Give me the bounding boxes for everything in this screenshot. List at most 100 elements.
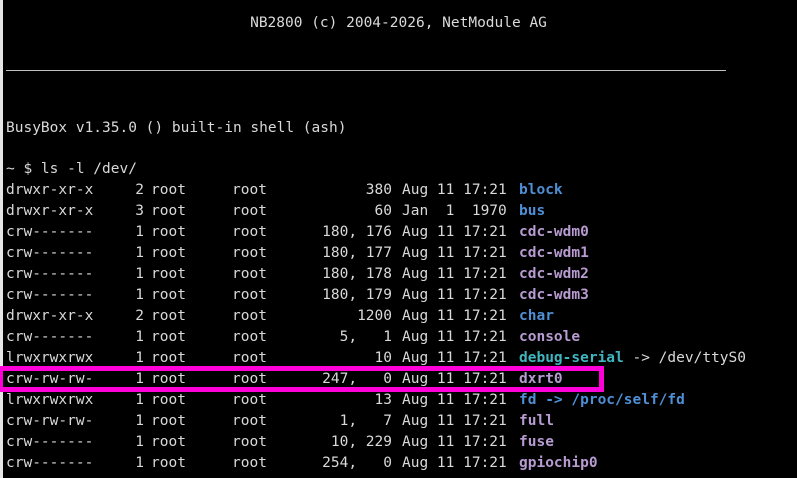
entry-name: bus <box>519 203 546 219</box>
command-prompt: ~ $ ls -l /dev/ <box>6 161 137 177</box>
entry-name: cdc-wdm1 <box>519 245 589 261</box>
entry-name: debug-serial <box>519 350 624 366</box>
entry-name-group: cdc-wdm3 <box>519 285 589 306</box>
entry-name: console <box>519 329 581 345</box>
date: Aug 11 17:21 <box>402 455 507 471</box>
size: 247, 0 <box>322 371 392 387</box>
entry-name: char <box>519 308 554 324</box>
window-left-border <box>0 0 3 478</box>
banner-separator <box>6 70 726 71</box>
link-count: 1 <box>135 392 144 408</box>
permissions: crw------- <box>6 329 94 345</box>
date: Aug 11 17:21 <box>402 434 507 450</box>
group: root <box>232 350 267 366</box>
permissions: drwxr-xr-x <box>6 203 94 219</box>
date: Aug 11 17:21 <box>402 245 507 261</box>
entry-name-group: cdc-wdm2 <box>519 264 589 285</box>
shell-info: BusyBox v1.35.0 () built-in shell (ash) <box>6 120 347 136</box>
permissions: crw------- <box>6 266 94 282</box>
owner: root <box>151 287 186 303</box>
date: Aug 11 17:21 <box>402 266 507 282</box>
link-count: 1 <box>135 413 144 429</box>
permissions: lrwxrwxrwx <box>6 350 94 366</box>
size: 1, 7 <box>339 413 392 429</box>
owner: root <box>151 266 186 282</box>
permissions: crw------- <box>6 434 94 450</box>
size: 13 <box>374 392 392 408</box>
entry-name: block <box>519 182 563 198</box>
login-banner: NB2800 (c) 2004-2026, NetModule AG <box>250 15 547 31</box>
date: Aug 11 17:21 <box>402 392 507 408</box>
owner: root <box>151 245 186 261</box>
permissions: drwxr-xr-x <box>6 182 94 198</box>
group: root <box>232 224 267 240</box>
link-count: 1 <box>135 434 144 450</box>
size: 180, 177 <box>322 245 392 261</box>
group: root <box>232 287 267 303</box>
size: 5, 1 <box>339 329 392 345</box>
owner: root <box>151 350 186 366</box>
link-count: 2 <box>135 182 144 198</box>
symlink-target: -> /proc/self/fd <box>536 392 685 408</box>
size: 1200 <box>357 308 392 324</box>
link-count: 1 <box>135 455 144 471</box>
date: Aug 11 17:21 <box>402 308 507 324</box>
entry-name-group: cdc-wdm0 <box>519 222 589 243</box>
date: Aug 11 17:21 <box>402 350 507 366</box>
link-count: 1 <box>135 371 144 387</box>
entry-name: cdc-wdm0 <box>519 224 589 240</box>
entry-name: gpiochip0 <box>519 455 598 471</box>
terminal-screen[interactable]: NB2800 (c) 2004-2026, NetModule AG BusyB… <box>0 0 797 478</box>
size: 10, 229 <box>330 434 392 450</box>
group: root <box>232 329 267 345</box>
group: root <box>232 434 267 450</box>
link-count: 1 <box>135 350 144 366</box>
date: Aug 11 17:21 <box>402 329 507 345</box>
permissions: crw-rw-rw- <box>6 413 94 429</box>
group: root <box>232 371 267 387</box>
entry-name-group: fd -> /proc/self/fd <box>519 390 685 411</box>
permissions: lrwxrwxrwx <box>6 392 94 408</box>
link-count: 1 <box>135 287 144 303</box>
date: Aug 11 17:21 <box>402 371 507 387</box>
group: root <box>232 308 267 324</box>
link-count: 2 <box>135 308 144 324</box>
entry-name-group: fuse <box>519 432 554 453</box>
entry-name: cdc-wdm3 <box>519 287 589 303</box>
entry-name-group: full <box>519 411 554 432</box>
symlink-target: -> /dev/ttyS0 <box>623 350 746 366</box>
entry-name-group: cdc-wdm1 <box>519 243 589 264</box>
owner: root <box>151 329 186 345</box>
permissions: crw------- <box>6 245 94 261</box>
entry-name: cdc-wdm2 <box>519 266 589 282</box>
entry-name-group: bus <box>519 201 545 222</box>
date: Aug 11 17:21 <box>402 182 507 198</box>
size: 380 <box>365 182 392 198</box>
size: 180, 179 <box>322 287 392 303</box>
owner: root <box>151 413 186 429</box>
group: root <box>232 182 267 198</box>
entry-name: dxrt0 <box>519 371 563 387</box>
size: 254, 0 <box>322 455 392 471</box>
group: root <box>232 266 267 282</box>
date: Aug 11 17:21 <box>402 224 507 240</box>
entry-name-group: debug-serial -> /dev/ttyS0 <box>519 348 746 369</box>
entry-name: fd <box>519 392 537 408</box>
permissions: crw------- <box>6 455 94 471</box>
link-count: 1 <box>135 245 144 261</box>
permissions: crw------- <box>6 224 94 240</box>
entry-name-group: char <box>519 306 554 327</box>
permissions: crw------- <box>6 287 94 303</box>
group: root <box>232 455 267 471</box>
group: root <box>232 245 267 261</box>
permissions: drwxr-xr-x <box>6 308 94 324</box>
link-count: 1 <box>135 329 144 345</box>
entry-name: fuse <box>519 434 554 450</box>
group: root <box>232 392 267 408</box>
link-count: 1 <box>135 224 144 240</box>
entry-name: full <box>519 413 554 429</box>
date: Jan 1 1970 <box>402 203 507 219</box>
owner: root <box>151 434 186 450</box>
entry-name-group: gpiochip0 <box>519 453 598 474</box>
size: 180, 178 <box>322 266 392 282</box>
